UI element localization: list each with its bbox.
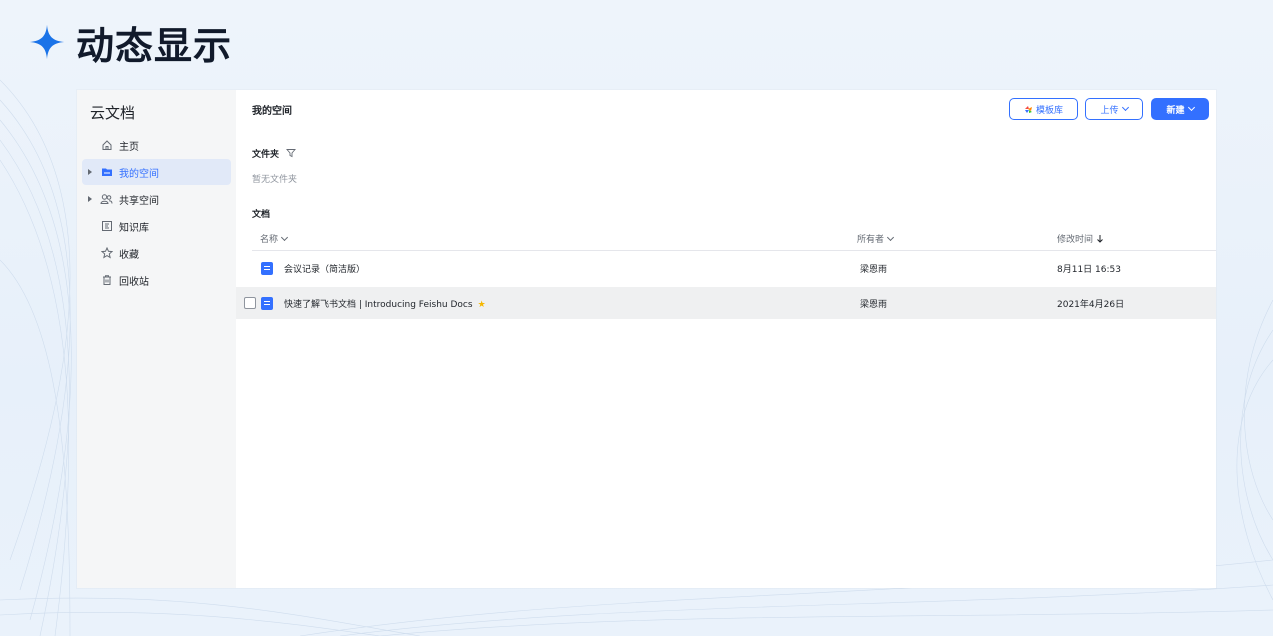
slide-title: 动态显示 bbox=[28, 18, 232, 68]
chevron-down-icon bbox=[1187, 103, 1195, 112]
template-icon bbox=[1024, 105, 1032, 113]
table-row[interactable]: 会议记录（简洁版） 梁恩雨 8月11日 16:53 bbox=[236, 252, 1216, 284]
doc-owner: 梁恩雨 bbox=[860, 299, 888, 310]
sidebar-item-label: 回收站 bbox=[119, 276, 149, 288]
header-divider bbox=[252, 250, 1216, 251]
doc-owner: 梁恩雨 bbox=[860, 264, 888, 275]
doc-modified-time: 2021年4月26日 bbox=[1057, 299, 1125, 310]
sidebar-item-knowledge-base[interactable]: 知识库 bbox=[82, 213, 231, 239]
filter-icon[interactable] bbox=[286, 148, 297, 158]
sidebar: 云文档 主页 我的空间 共享空间 知识库 收藏 回收站 bbox=[77, 90, 236, 588]
sidebar-item-my-space[interactable]: 我的空间 bbox=[82, 159, 231, 185]
top-bar: 我的空间 模板库 上传 新建 bbox=[236, 90, 1216, 126]
row-checkbox[interactable] bbox=[244, 297, 256, 309]
sidebar-item-label: 主页 bbox=[119, 141, 139, 153]
sparkle-icon bbox=[29, 24, 65, 60]
trash-icon bbox=[100, 274, 113, 287]
folders-heading: 文件夹 bbox=[252, 147, 297, 160]
sidebar-item-home[interactable]: 主页 bbox=[82, 132, 231, 158]
chevron-down-icon bbox=[886, 233, 895, 241]
doc-icon bbox=[261, 296, 273, 310]
starred-icon[interactable]: ★ bbox=[478, 300, 486, 310]
sort-down-arrow-icon bbox=[1097, 235, 1103, 243]
doc-name[interactable]: 快速了解飞书文档 | Introducing Feishu Docs bbox=[284, 300, 473, 310]
people-icon bbox=[100, 193, 113, 206]
sidebar-item-label: 知识库 bbox=[119, 222, 149, 234]
folders-empty-text: 暂无文件夹 bbox=[252, 175, 298, 185]
slide-title-text: 动态显示 bbox=[76, 23, 233, 68]
star-icon bbox=[100, 247, 113, 260]
sidebar-item-label: 共享空间 bbox=[119, 195, 159, 207]
upload-button[interactable]: 上传 bbox=[1085, 98, 1143, 120]
table-row[interactable]: 快速了解飞书文档 | Introducing Feishu Docs ★ 梁恩雨 … bbox=[236, 287, 1216, 319]
doc-modified-time: 8月11日 16:53 bbox=[1057, 264, 1121, 275]
template-library-button[interactable]: 模板库 bbox=[1009, 98, 1078, 120]
chevron-down-icon bbox=[280, 233, 289, 241]
column-header-name[interactable]: 名称 bbox=[260, 232, 289, 245]
new-label: 新建 bbox=[1166, 105, 1185, 116]
column-header-modified[interactable]: 修改时间 bbox=[1057, 232, 1104, 245]
template-library-label: 模板库 bbox=[1035, 105, 1063, 116]
home-icon bbox=[100, 139, 113, 152]
page-title: 我的空间 bbox=[252, 106, 292, 117]
main-content: 我的空间 模板库 上传 新建 文件夹 暂无文件夹 文档 名称 所有者 修改时间 … bbox=[236, 90, 1216, 588]
docs-heading: 文档 bbox=[252, 210, 271, 220]
folder-icon bbox=[100, 166, 113, 179]
doc-name-wrapper[interactable]: 快速了解飞书文档 | Introducing Feishu Docs ★ bbox=[284, 297, 486, 310]
new-button[interactable]: 新建 bbox=[1151, 98, 1209, 120]
sidebar-item-label: 我的空间 bbox=[119, 168, 159, 180]
sidebar-item-shared-space[interactable]: 共享空间 bbox=[82, 186, 231, 212]
sidebar-item-favorites[interactable]: 收藏 bbox=[82, 240, 231, 266]
column-header-owner[interactable]: 所有者 bbox=[857, 232, 895, 245]
upload-label: 上传 bbox=[1100, 105, 1119, 116]
doc-icon bbox=[261, 261, 273, 275]
expand-arrow-icon[interactable] bbox=[88, 169, 92, 175]
sidebar-title: 云文档 bbox=[90, 104, 136, 122]
expand-arrow-icon[interactable] bbox=[88, 196, 92, 202]
sidebar-item-label: 收藏 bbox=[119, 249, 139, 261]
app-window: 云文档 主页 我的空间 共享空间 知识库 收藏 回收站 我的空间 模板库 上传 … bbox=[77, 90, 1216, 588]
sidebar-item-trash[interactable]: 回收站 bbox=[82, 267, 231, 293]
doc-name[interactable]: 会议记录（简洁版） bbox=[284, 262, 365, 275]
chevron-down-icon bbox=[1121, 103, 1129, 112]
book-icon bbox=[100, 220, 113, 233]
